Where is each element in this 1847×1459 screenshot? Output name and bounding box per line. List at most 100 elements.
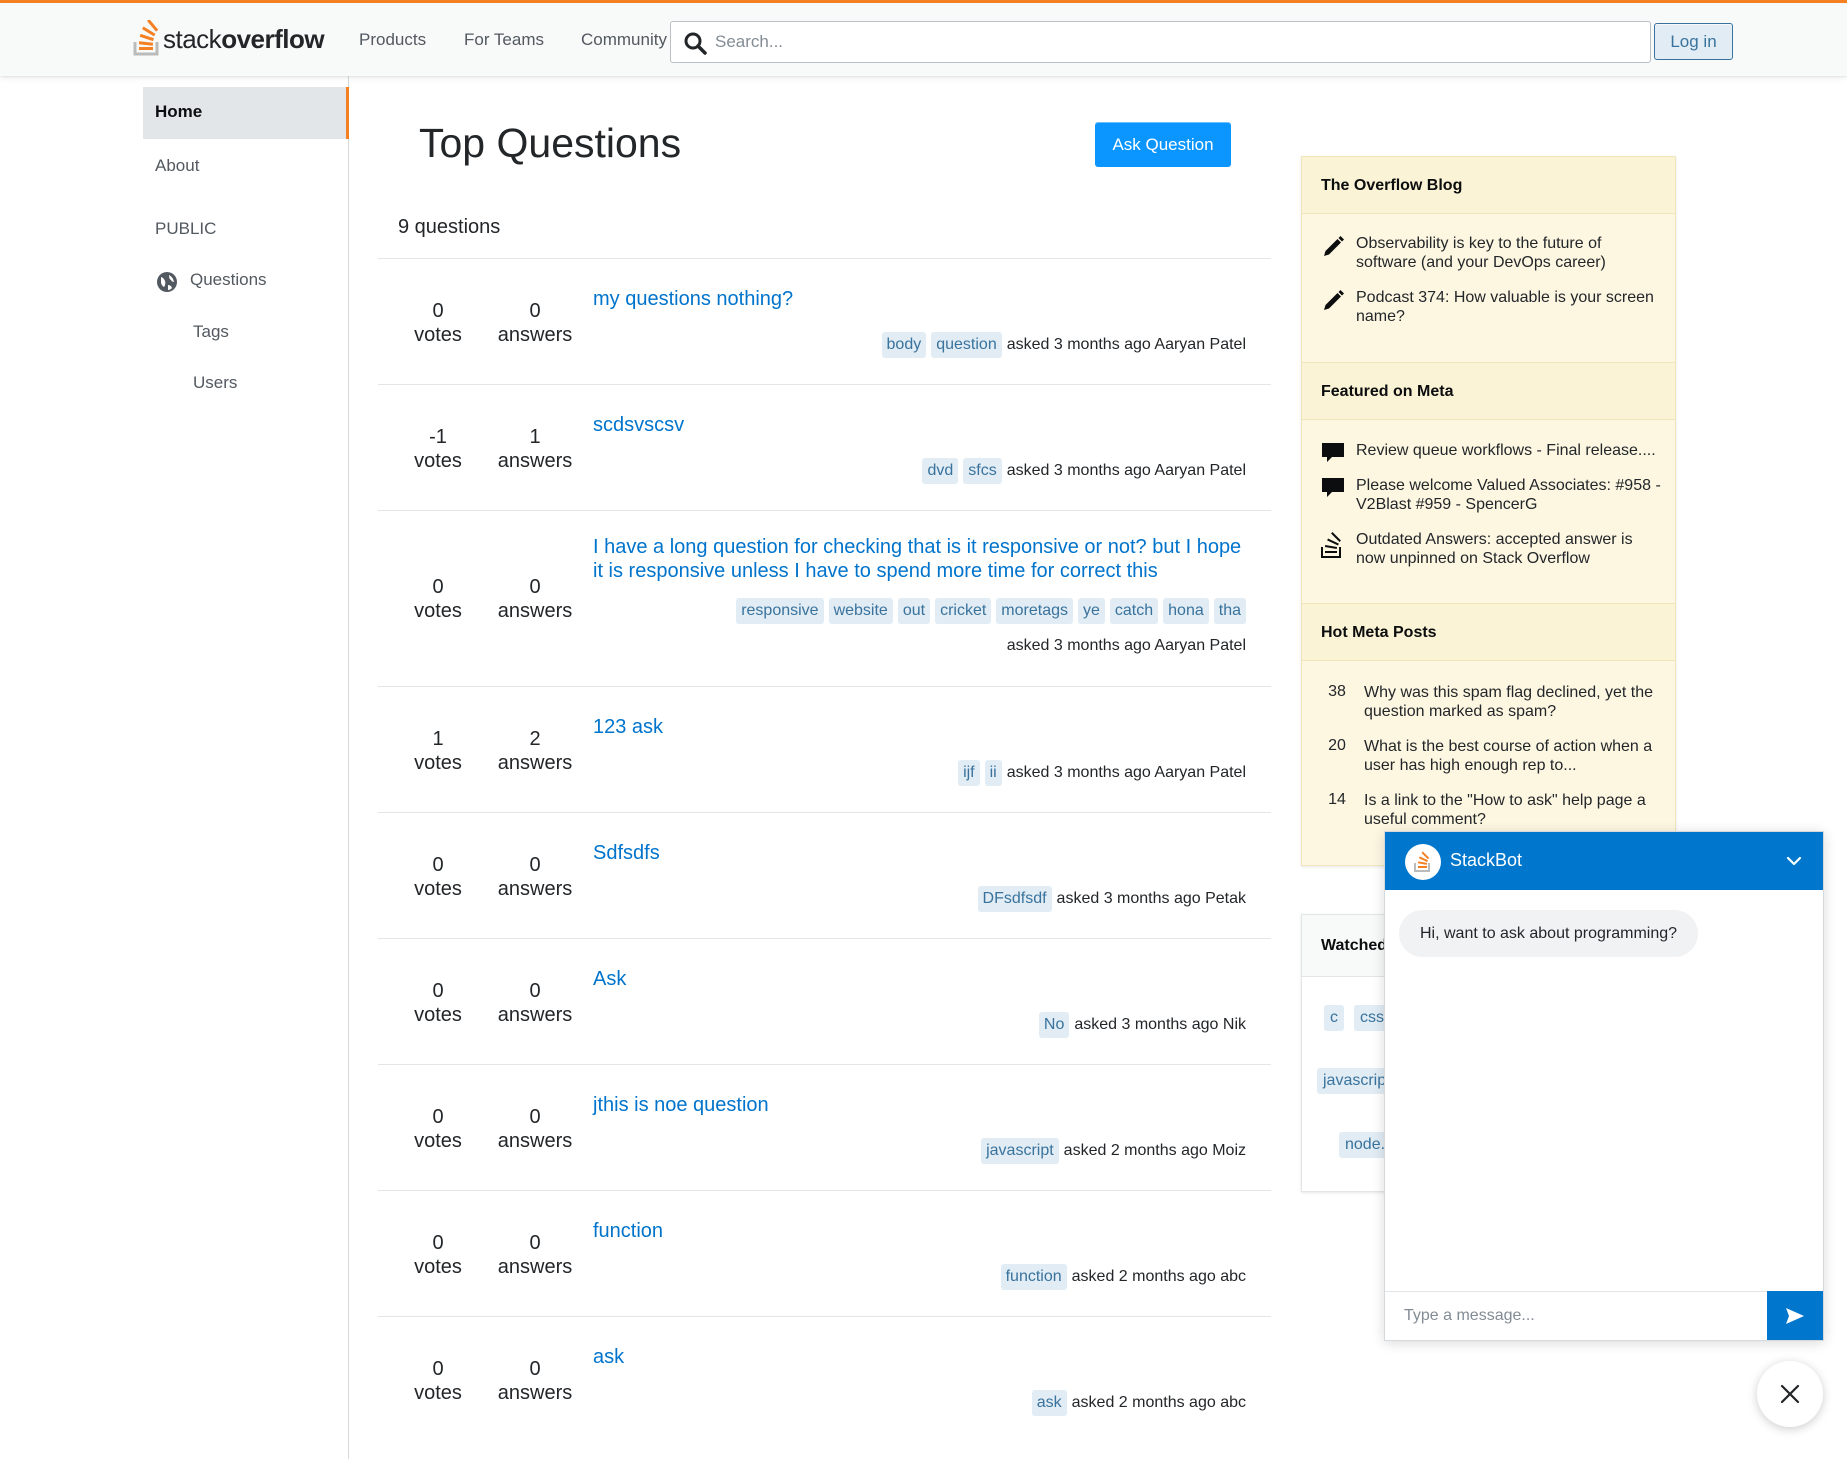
logo-text: stackoverflow [163, 23, 325, 54]
chat-message-input[interactable] [1385, 1292, 1767, 1340]
meta-item[interactable]: Outdated Answers: accepted answer is now… [1356, 530, 1661, 568]
answer-count: 0 answers [497, 1358, 573, 1404]
sidebar-heading-public: PUBLIC [155, 219, 217, 238]
tag-chip[interactable]: ye [1078, 598, 1105, 624]
asked-info: asked 3 months ago Aaryan Patel [1006, 336, 1246, 353]
question-title[interactable]: ask [593, 1345, 1253, 1369]
tag-chip[interactable]: ii [984, 760, 1002, 786]
tag-chip[interactable]: cricket [935, 598, 992, 624]
search-icon [684, 32, 707, 55]
watched-tag[interactable]: c [1324, 1005, 1344, 1031]
ask-question-button[interactable]: Ask Question [1095, 122, 1231, 167]
hot-meta-heading: Hot Meta Posts [1302, 603, 1675, 661]
question-row: 1 votes 2 answers 123 ask ijf ii asked 3 m… [378, 686, 1271, 812]
answer-count: 0 answers [497, 1232, 573, 1278]
vote-count: 0 votes [414, 300, 462, 346]
hot-post-item[interactable]: Is a link to the "How to ask" help page … [1364, 791, 1664, 829]
search-input[interactable] [715, 22, 1615, 62]
tag-chip[interactable]: sfcs [963, 458, 1002, 484]
tag-chip[interactable]: No [1038, 1012, 1070, 1038]
question-title[interactable]: function [593, 1219, 1253, 1243]
tag-chip[interactable]: catch [1109, 598, 1159, 624]
tag-list: responsive website out cricket moretags … [731, 598, 1246, 624]
stack-logo-icon [133, 20, 159, 56]
meta-item[interactable]: Please welcome Valued Associates: #958 -… [1356, 476, 1661, 514]
question-title[interactable]: my questions nothing? [593, 287, 1253, 311]
send-button[interactable] [1767, 1291, 1823, 1340]
tag-chip[interactable]: website [828, 598, 893, 624]
question-meta: No asked 3 months ago Nik [1034, 1012, 1246, 1038]
question-meta: ijf ii asked 3 months ago Aaryan Patel [953, 760, 1246, 786]
question-title[interactable]: jthis is noe question [593, 1093, 1253, 1117]
vote-count: 1 votes [414, 728, 462, 774]
tag-chip[interactable]: DFsdfsdf [977, 886, 1052, 912]
hot-post-count: 20 [1328, 737, 1346, 754]
question-meta: javascript asked 2 months ago Moiz [976, 1138, 1246, 1164]
vote-count: 0 votes [414, 1358, 462, 1404]
comment-icon [1322, 478, 1344, 497]
question-title[interactable]: I have a long question for checking that… [593, 535, 1253, 583]
question-title[interactable]: scdsvscsv [593, 413, 1253, 437]
asked-info: asked 3 months ago Aaryan Patel [1006, 462, 1246, 479]
blog-item[interactable]: Observability is key to the future of so… [1356, 234, 1661, 272]
tag-chip[interactable]: out [897, 598, 931, 624]
login-button[interactable]: Log in [1654, 23, 1733, 60]
watched-tag[interactable]: javascrip [1317, 1068, 1393, 1094]
stackoverflow-logo[interactable]: stackoverflow [133, 19, 325, 59]
hot-post-item[interactable]: What is the best course of action when a… [1364, 737, 1664, 775]
hot-post-count: 14 [1328, 791, 1346, 808]
tag-chip[interactable]: function [1000, 1264, 1067, 1290]
tag-chip[interactable]: ask [1031, 1390, 1067, 1416]
sidebar-item-home[interactable]: Home [143, 87, 349, 139]
tag-chip[interactable]: body [881, 332, 927, 358]
chat-input-wrap [1385, 1291, 1767, 1340]
vote-count: -1 votes [414, 426, 462, 472]
sidebar-item-tags[interactable]: Tags [193, 322, 229, 342]
left-sidebar: Home About PUBLIC Questions Tags Users [0, 76, 349, 1459]
question-row: 0 votes 0 answers my questions nothing? bo… [378, 258, 1271, 384]
tag-chip[interactable]: tha [1213, 598, 1246, 624]
blog-item[interactable]: Podcast 374: How valuable is your screen… [1356, 288, 1661, 326]
chevron-down-icon[interactable] [1785, 852, 1803, 870]
close-icon [1780, 1384, 1800, 1404]
vote-count: 0 votes [414, 980, 462, 1026]
tag-chip[interactable]: moretags [996, 598, 1073, 624]
sidebar-item-about[interactable]: About [155, 156, 199, 176]
question-meta: body question asked 3 months ago Aaryan … [877, 332, 1246, 358]
stackoverflow-icon [1321, 532, 1341, 558]
vote-count: 0 votes [414, 576, 462, 622]
tag-chip[interactable]: javascript [981, 1138, 1059, 1164]
chat-header[interactable]: StackBot [1385, 832, 1823, 890]
pencil-icon [1324, 290, 1344, 310]
send-icon [1786, 1307, 1804, 1324]
sidebar-item-questions[interactable]: Questions [190, 270, 267, 290]
answer-count: 0 answers [497, 980, 573, 1026]
question-title[interactable]: Ask [593, 967, 1253, 991]
bot-message: Hi, want to ask about programming? [1399, 910, 1699, 957]
sidebar-item-users[interactable]: Users [193, 373, 237, 393]
tag-chip[interactable]: responsive [736, 598, 824, 624]
answer-count: 0 answers [497, 1106, 573, 1152]
globe-icon [157, 272, 177, 292]
tag-chip[interactable]: ijf [958, 760, 980, 786]
question-title[interactable]: 123 ask [593, 715, 1253, 739]
search-box[interactable] [670, 21, 1651, 63]
asked-info: asked 2 months ago Moiz [1063, 1142, 1246, 1159]
question-list: 0 votes 0 answers my questions nothing? bo… [378, 258, 1271, 1442]
nav-for-teams[interactable]: For Teams [464, 30, 544, 50]
question-meta: DFsdfsdf asked 3 months ago Petak [973, 886, 1246, 912]
tag-chip[interactable]: question [931, 332, 1002, 358]
comment-icon [1322, 443, 1344, 462]
tag-chip[interactable]: dvd [922, 458, 959, 484]
asked-info: asked 2 months ago abc [1071, 1394, 1246, 1411]
tag-chip[interactable]: hona [1163, 598, 1209, 624]
question-row: 0 votes 0 answers I have a long question f… [378, 510, 1271, 686]
nav-products[interactable]: Products [359, 30, 426, 50]
nav-community[interactable]: Community [581, 30, 667, 50]
question-meta: function asked 2 months ago abc [996, 1264, 1246, 1290]
hot-post-item[interactable]: Why was this spam flag declined, yet the… [1364, 683, 1664, 721]
meta-item[interactable]: Review queue workflows - Final release..… [1356, 441, 1661, 460]
question-row: -1 votes 1 answers scdsvscsv dvd sfcs aske… [378, 384, 1271, 510]
question-title[interactable]: Sdfsdfs [593, 841, 1253, 865]
close-chat-button[interactable] [1757, 1361, 1823, 1427]
